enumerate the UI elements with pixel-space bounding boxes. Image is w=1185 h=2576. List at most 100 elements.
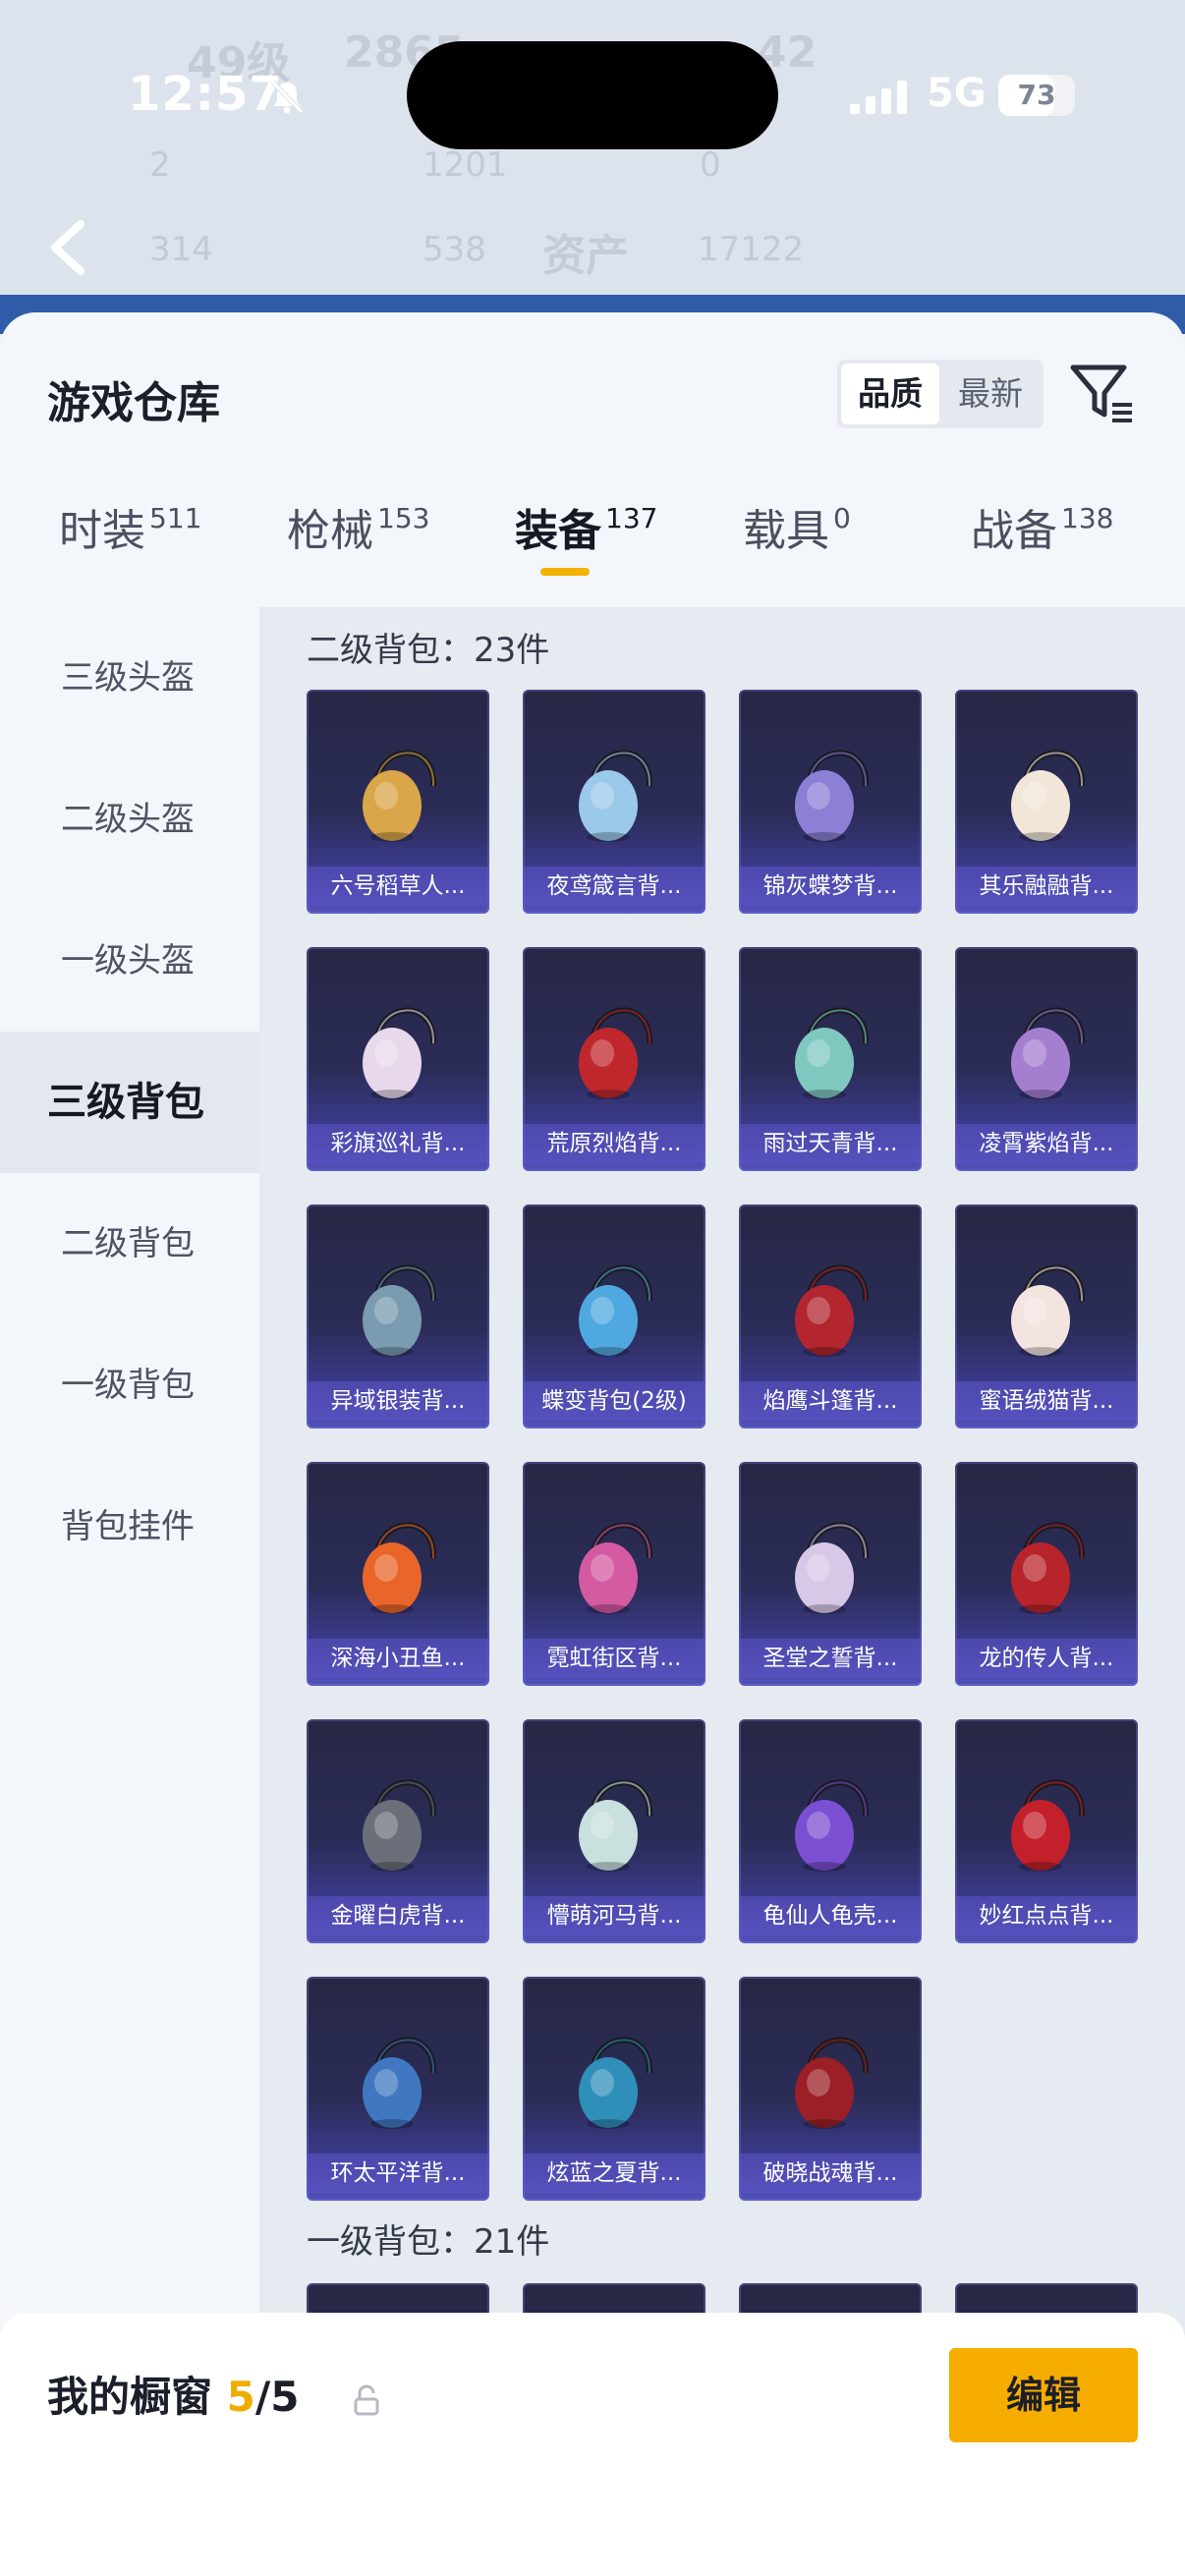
neon-pink-backpack-icon: [579, 1522, 653, 1614]
bg-row2-a: 314: [149, 230, 213, 269]
sort-latest-button[interactable]: 最新: [941, 364, 1040, 424]
item-card-label: 破晓战魂背...: [739, 2154, 922, 2193]
sidebar-item-helmet-3[interactable]: 三级头盔: [0, 607, 259, 749]
item-card-label: 焰鹰斗篷背...: [739, 1381, 922, 1421]
status-time: 12:57: [128, 67, 283, 122]
sidebar-item-pendants[interactable]: 背包挂件: [0, 1456, 259, 1597]
section-title-level1: 一级背包：21件: [307, 2222, 550, 2262]
item-card-label: 雨过天青背...: [739, 1124, 922, 1163]
item-card[interactable]: 其乐融融背...: [955, 690, 1138, 914]
showcase-bar: 我的橱窗 5/5 编辑: [0, 2313, 1185, 2576]
item-card-label: 异域银装背...: [307, 1381, 489, 1421]
item-card-label: 蝶变背包(2级): [523, 1381, 705, 1421]
diamond-charm-backpack-icon: [795, 750, 870, 842]
bell-muted-icon: [271, 81, 304, 114]
jade-charm-backpack-icon: [795, 1007, 870, 1099]
item-card-label: 六号稻草人...: [307, 867, 489, 906]
sidebar-item-backpack-1[interactable]: 一级背包: [0, 1315, 259, 1456]
item-card[interactable]: 龙的传人背...: [955, 1462, 1138, 1686]
sidebar-item-helmet-2[interactable]: 二级头盔: [0, 749, 259, 890]
edit-button[interactable]: 编辑: [949, 2348, 1138, 2442]
item-card[interactable]: 夜鸢箴言背...: [523, 690, 705, 914]
white-tiger-backpack-icon: [363, 1779, 437, 1872]
item-card[interactable]: 蜜语绒猫背...: [955, 1204, 1138, 1428]
item-card[interactable]: 深海小丑鱼...: [307, 1462, 489, 1686]
item-card[interactable]: 蝶变背包(2级): [523, 1204, 705, 1428]
item-card-label: 深海小丑鱼...: [307, 1639, 489, 1678]
hippo-backpack-icon: [579, 1779, 653, 1872]
sidebar-item-helmet-1[interactable]: 一级头盔: [0, 890, 259, 1032]
sidebar-item-backpack-2[interactable]: 二级背包: [0, 1173, 259, 1315]
sort-toggle: 品质 最新: [837, 360, 1044, 428]
tab-label: 战备: [971, 506, 1057, 556]
item-card[interactable]: 焰鹰斗篷背...: [739, 1204, 922, 1428]
item-card[interactable]: 彩旗巡礼背...: [307, 947, 489, 1171]
back-chevron-icon[interactable]: [43, 218, 92, 277]
turtle-shell-backpack-icon: [795, 1779, 870, 1872]
item-card[interactable]: 圣堂之誓背...: [739, 1462, 922, 1686]
battery-icon: 73: [998, 75, 1075, 116]
tab-vehicles[interactable]: 载具 0: [743, 495, 851, 593]
butterfly-backpack-icon: [579, 1264, 653, 1357]
subcategory-sidebar: 三级头盔 二级头盔 一级头盔 三级背包 二级背包 一级背包 背包挂件: [0, 607, 259, 2576]
item-card[interactable]: 懵萌河马背...: [523, 1719, 705, 1943]
battery-percent: 73: [1017, 79, 1056, 111]
item-card[interactable]: 锦灰蝶梦背...: [739, 690, 922, 914]
sort-quality-button[interactable]: 品质: [841, 364, 939, 424]
tab-firearms[interactable]: 枪械 153: [287, 495, 429, 593]
item-card-label: 圣堂之誓背...: [739, 1639, 922, 1678]
showcase-label: 我的橱窗: [47, 2373, 213, 2421]
filter-icon[interactable]: [1069, 360, 1136, 426]
bg-row1-a: 2: [149, 145, 171, 185]
item-card-label: 妙红点点背...: [955, 1896, 1138, 1935]
item-card[interactable]: 妙红点点背...: [955, 1719, 1138, 1943]
cat-backpack-icon: [1011, 1264, 1086, 1357]
item-card[interactable]: 异域银装背...: [307, 1204, 489, 1428]
item-card-label: 蜜语绒猫背...: [955, 1381, 1138, 1421]
tab-count: 137: [605, 502, 658, 534]
item-card-label: 荒原烈焰背...: [523, 1124, 705, 1163]
flower-charm-backpack-icon: [579, 750, 653, 842]
item-card[interactable]: 六号稻草人...: [307, 690, 489, 914]
item-card-label: 锦灰蝶梦背...: [739, 867, 922, 906]
dragon-red-backpack-icon: [1011, 1522, 1086, 1614]
sidebar-item-backpack-3[interactable]: 三级背包: [0, 1032, 259, 1173]
tab-count: 0: [833, 502, 851, 534]
item-card[interactable]: 荒原烈焰背...: [523, 947, 705, 1171]
lock-icon: [354, 2384, 379, 2416]
item-grid-area: 二级背包：23件 一级背包：21件 六号稻草人... 夜鸢箴言背... 锦灰蝶梦背.…: [259, 607, 1185, 2576]
item-card[interactable]: 霓虹街区背...: [523, 1462, 705, 1686]
tab-equipment[interactable]: 装备 137: [515, 495, 657, 593]
category-tabs: 时装 511 枪械 153 装备 137 载具 0 战备 138: [0, 495, 1185, 593]
silver-box-backpack-icon: [363, 1264, 437, 1357]
item-card[interactable]: 破晓战魂背...: [739, 1977, 922, 2201]
blue-camo-backpack-icon: [579, 2037, 653, 2129]
clownfish-backpack-icon: [363, 1522, 437, 1614]
bg-assets-label: 资产: [542, 231, 629, 281]
tab-label: 装备: [515, 506, 601, 556]
item-card-label: 龟仙人龟壳...: [739, 1896, 922, 1935]
tab-combat-gear[interactable]: 战备 138: [971, 495, 1113, 593]
bg-assets-value: 17122: [698, 230, 805, 269]
gift-backpack-icon: [363, 1007, 437, 1099]
item-card-label: 霓虹街区背...: [523, 1639, 705, 1678]
tab-fashion[interactable]: 时装 511: [59, 495, 201, 593]
item-card[interactable]: 凌霄紫焰背...: [955, 947, 1138, 1171]
item-card[interactable]: 雨过天青背...: [739, 947, 922, 1171]
item-card-label: 环太平洋背...: [307, 2154, 489, 2193]
item-card[interactable]: 环太平洋背...: [307, 1977, 489, 2201]
warehouse-sheet: 游戏仓库 品质 最新 时装 511 枪械 153 装备 137 载具 0 战备 138 三…: [0, 312, 1185, 2576]
ladybug-backpack-icon: [1011, 1779, 1086, 1872]
dawn-warrior-backpack-icon: [795, 2037, 870, 2129]
network-type: 5G: [927, 71, 987, 116]
sheet-title: 游戏仓库: [47, 378, 220, 428]
purple-gem-backpack-icon: [1011, 1007, 1086, 1099]
mecha-backpack-icon: [363, 2037, 437, 2129]
item-card[interactable]: 炫蓝之夏背...: [523, 1977, 705, 2201]
signal-icon: [850, 81, 907, 114]
tab-label: 时装: [59, 506, 145, 556]
item-card[interactable]: 金曜白虎背...: [307, 1719, 489, 1943]
item-card[interactable]: 龟仙人龟壳...: [739, 1719, 922, 1943]
showcase-total: /5: [254, 2373, 300, 2421]
item-card-label: 龙的传人背...: [955, 1639, 1138, 1678]
